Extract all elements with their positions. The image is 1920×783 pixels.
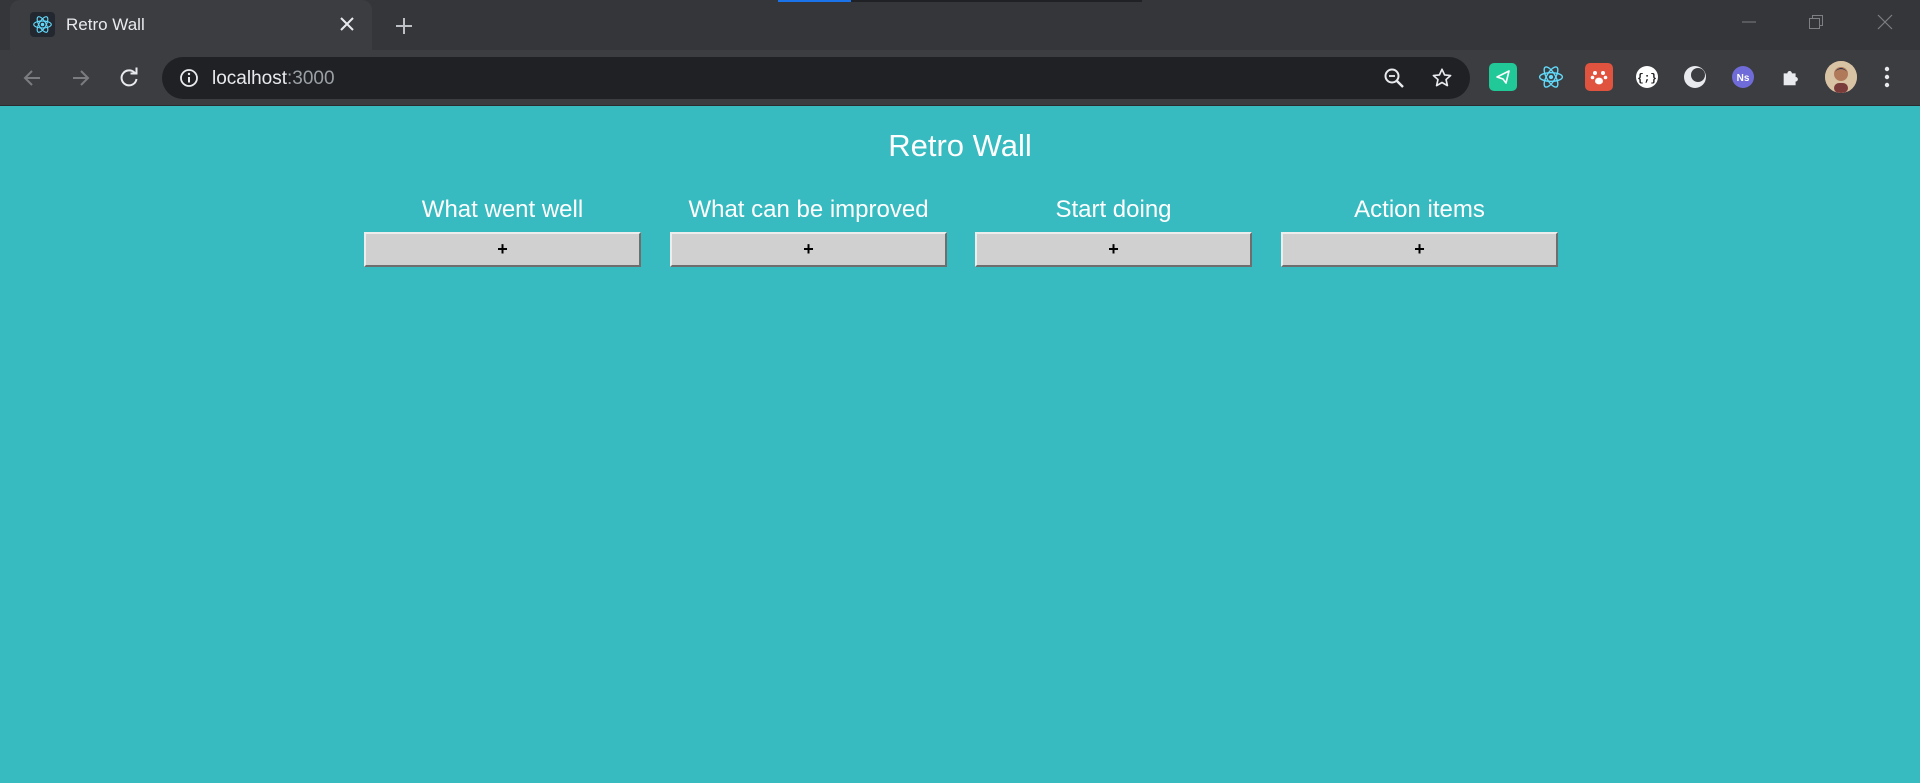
column-title: What went well [421, 196, 584, 223]
column-action-items: Action items + [1281, 196, 1558, 267]
restore-icon[interactable] [1793, 8, 1839, 36]
add-card-button[interactable]: + [975, 232, 1252, 267]
add-card-button[interactable]: + [364, 232, 641, 267]
moon-extension-icon[interactable] [1681, 63, 1709, 91]
back-icon[interactable] [18, 64, 46, 92]
column-title: Action items [1354, 196, 1485, 223]
new-tab-icon[interactable] [390, 12, 418, 40]
url-host: localhost [212, 68, 287, 89]
loading-bar-fill [778, 0, 851, 2]
add-card-button[interactable]: + [670, 232, 947, 267]
react-devtools-icon[interactable] [1537, 63, 1565, 91]
address-bar[interactable]: localhost:3000 [162, 57, 1470, 99]
telegram-extension-icon[interactable] [1489, 63, 1517, 91]
loading-bar [778, 0, 1142, 2]
column-what-can-be-improved: What can be improved + [670, 196, 947, 267]
column-start-doing: Start doing + [975, 196, 1252, 267]
braces-extension-icon[interactable]: {;} [1633, 63, 1661, 91]
react-favicon-icon [30, 12, 55, 37]
page-title: Retro Wall [888, 128, 1032, 163]
paw-extension-icon[interactable] [1585, 63, 1613, 91]
puzzle-extensions-icon[interactable] [1777, 63, 1805, 91]
minimize-icon[interactable] [1726, 8, 1772, 36]
browser-toolbar: localhost:3000 {;} Ns [0, 50, 1920, 106]
url-port: :3000 [287, 68, 335, 89]
retro-wall-page: Retro Wall What went well + What can be … [0, 106, 1920, 783]
column-what-went-well: What went well + [364, 196, 641, 267]
tab-strip: Retro Wall [0, 0, 1920, 50]
reload-icon[interactable] [115, 64, 143, 92]
zoom-out-icon[interactable] [1382, 66, 1406, 90]
tab-title: Retro Wall [66, 15, 145, 34]
column-title: Start doing [1055, 196, 1172, 223]
column-title: What can be improved [688, 196, 929, 223]
ns-extension-icon[interactable]: Ns [1729, 63, 1757, 91]
close-window-icon[interactable] [1862, 8, 1908, 36]
url-text: localhost:3000 [212, 68, 335, 90]
bookmark-star-icon[interactable] [1430, 66, 1454, 90]
svg-text:Ns: Ns [1737, 73, 1750, 84]
browser-tab[interactable]: Retro Wall [10, 0, 372, 50]
add-card-button[interactable]: + [1281, 232, 1558, 267]
svg-text:{;}: {;} [1637, 73, 1657, 85]
menu-kebab-icon[interactable] [1873, 63, 1901, 91]
profile-avatar[interactable] [1825, 61, 1857, 93]
tab-close-icon[interactable] [334, 11, 360, 37]
forward-icon[interactable] [67, 64, 95, 92]
site-info-icon[interactable] [178, 67, 200, 89]
